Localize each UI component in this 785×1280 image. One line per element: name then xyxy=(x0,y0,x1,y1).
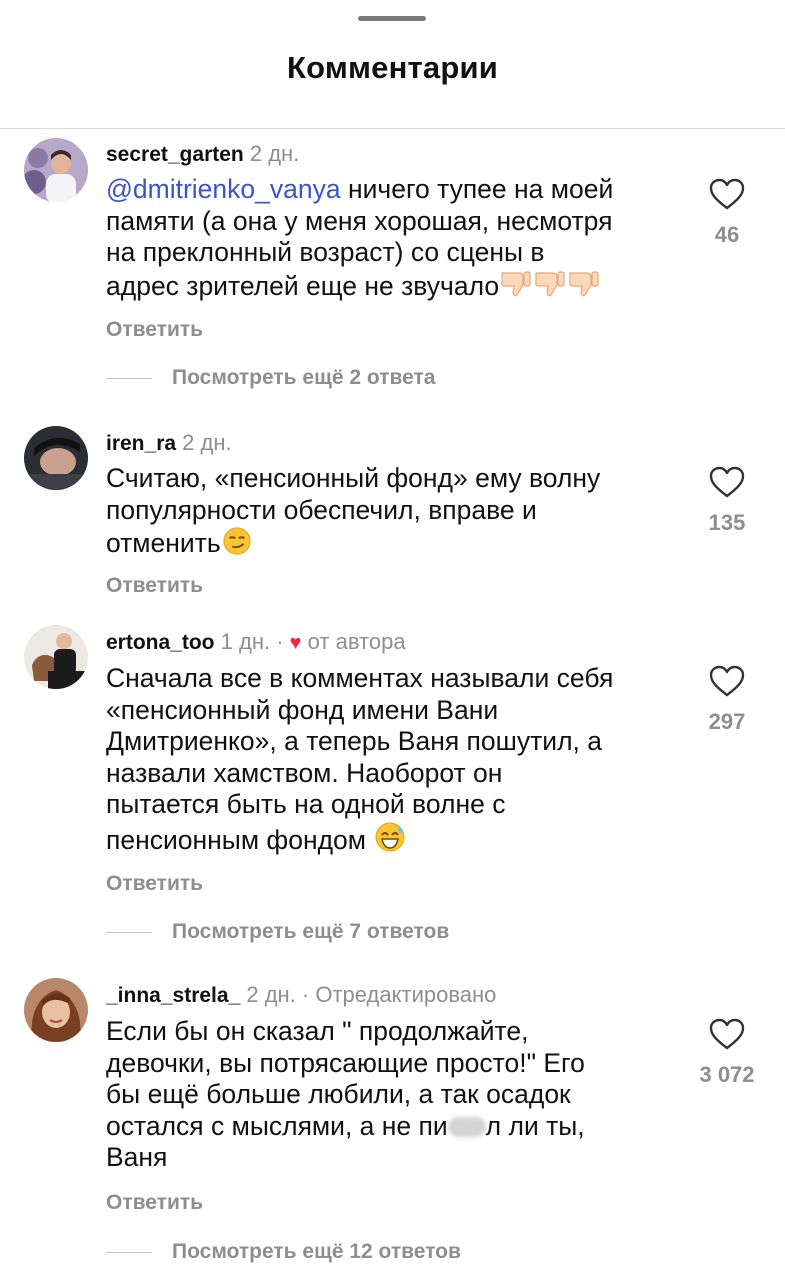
reply-button[interactable]: Ответить xyxy=(106,318,203,342)
timestamp: 2 дн. xyxy=(249,141,300,166)
like-count: 297 xyxy=(708,709,746,734)
thumbs-down-emoji xyxy=(533,269,567,307)
heart-outline-icon xyxy=(709,1018,745,1050)
reply-button[interactable]: Ответить xyxy=(106,574,203,598)
comment-text: Если бы он сказал " продолжайте, девочки… xyxy=(106,1016,585,1172)
smirking-face-emoji xyxy=(221,526,253,564)
avatar[interactable] xyxy=(24,138,88,202)
comment-text: @dmitrienko_vanya ничего тупее на моей п… xyxy=(106,174,686,306)
view-more-replies[interactable]: Посмотреть ещё 2 ответа xyxy=(106,366,435,390)
thread-line xyxy=(106,377,152,379)
like-count: 46 xyxy=(714,222,740,247)
view-more-replies[interactable]: Посмотреть ещё 7 ответов xyxy=(106,920,449,944)
header-divider xyxy=(0,128,785,129)
thread-line xyxy=(106,931,152,933)
avatar[interactable] xyxy=(24,978,88,1042)
username[interactable]: secret_garten xyxy=(106,143,244,166)
username[interactable]: _inna_strela_ xyxy=(106,984,240,1007)
avatar[interactable] xyxy=(24,625,88,689)
like-button[interactable]: 135 xyxy=(693,466,761,536)
drag-handle[interactable] xyxy=(358,16,426,21)
reply-button[interactable]: Ответить xyxy=(106,1191,203,1215)
thumbs-down-emoji xyxy=(499,269,533,307)
timestamp: 1 дн. · xyxy=(220,629,284,654)
heart-outline-icon xyxy=(709,178,745,210)
page-title: Комментарии xyxy=(287,50,498,85)
like-button[interactable]: 46 xyxy=(693,178,761,248)
username[interactable]: iren_ra xyxy=(106,432,176,455)
creator-heart-icon: ♥ xyxy=(289,632,302,654)
like-button[interactable]: 3 072 xyxy=(693,1018,761,1088)
thread-line xyxy=(106,1251,152,1253)
thumbs-down-emoji xyxy=(567,269,601,307)
timestamp: 2 дн. · Отредактировано xyxy=(246,982,497,1007)
author-liked-label: от автора xyxy=(307,629,406,654)
heart-outline-icon xyxy=(709,665,745,697)
username[interactable]: ertona_too xyxy=(106,631,215,654)
heart-outline-icon xyxy=(709,466,745,498)
view-more-replies[interactable]: Посмотреть ещё 12 ответов xyxy=(106,1240,461,1264)
comment-meta: _inna_strela_ 2 дн. · Отредактировано xyxy=(106,982,496,1008)
comment-meta: secret_garten 2 дн. xyxy=(106,141,299,167)
comment-meta: iren_ra 2 дн. xyxy=(106,430,232,456)
timestamp: 2 дн. xyxy=(182,430,232,455)
like-button[interactable]: 297 xyxy=(693,665,761,735)
comment-meta: ertona_too 1 дн. · ♥ от автора xyxy=(106,629,406,655)
comment-text: Считаю, «пенсионный фонд» ему волну попу… xyxy=(106,463,686,564)
censored-word xyxy=(447,1116,486,1137)
grinning-sweat-emoji xyxy=(373,821,407,861)
reply-button[interactable]: Ответить xyxy=(106,872,203,896)
comment-text: Сначала все в комментах называли себя «п… xyxy=(106,663,686,860)
avatar[interactable] xyxy=(24,426,88,490)
like-count: 135 xyxy=(708,510,746,535)
like-count: 3 072 xyxy=(699,1062,755,1087)
mention-link[interactable]: @dmitrienko_vanya xyxy=(106,174,341,204)
